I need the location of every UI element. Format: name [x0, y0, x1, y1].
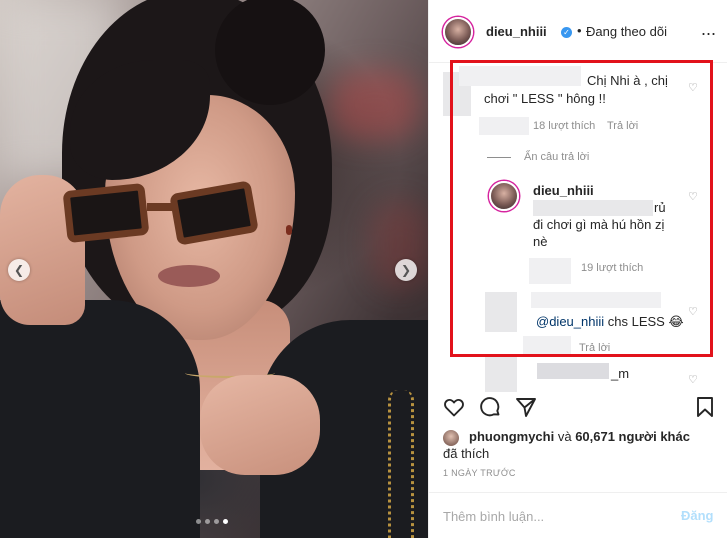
comment-input[interactable] — [443, 507, 663, 525]
post-date[interactable]: 1 NGÀY TRƯỚC — [443, 468, 516, 478]
post-action-bar — [429, 395, 727, 425]
likes-suffix: đã thích — [443, 446, 490, 461]
carousel-dots — [196, 519, 228, 524]
carousel-prev-button[interactable]: ❮ — [8, 259, 30, 281]
photo-background-bokeh — [330, 70, 420, 140]
likes-summary: phuongmychi và 60,671 người khác — [469, 428, 690, 445]
share-icon[interactable] — [514, 395, 538, 419]
chevron-right-icon: ❯ — [400, 263, 412, 277]
reply-like-icon[interactable]: ♡ — [688, 373, 698, 386]
carousel-dot[interactable] — [196, 519, 201, 524]
comment-composer: Đăng — [429, 492, 727, 538]
more-options-icon[interactable]: ... — [701, 19, 716, 40]
liker-username[interactable]: phuongmychi — [469, 429, 554, 444]
carousel-dot-active[interactable] — [223, 519, 228, 524]
photo-hand — [200, 375, 320, 475]
carousel-dot[interactable] — [205, 519, 210, 524]
carousel-dot[interactable] — [214, 519, 219, 524]
carousel-next-button[interactable]: ❯ — [395, 259, 417, 281]
liker-avatar[interactable] — [443, 430, 459, 446]
photo-lens — [62, 182, 150, 244]
chevron-left-icon: ❮ — [13, 263, 25, 277]
commenter-username-blurred[interactable] — [537, 363, 609, 379]
photo-earring — [286, 225, 292, 235]
header-separator: • — [577, 23, 582, 38]
heart-icon[interactable] — [442, 395, 466, 419]
post-comment-button[interactable]: Đăng — [681, 508, 714, 523]
photo-bag-chain — [388, 390, 414, 538]
comment-icon[interactable] — [478, 395, 502, 419]
photo-sunglasses — [55, 175, 270, 246]
photo-jacket — [0, 300, 200, 538]
follow-status-button[interactable]: Đang theo dõi — [586, 24, 667, 39]
bookmark-icon[interactable] — [693, 395, 717, 419]
post-photo[interactable]: ❮ ❯ — [0, 0, 428, 538]
likes-connector: và — [554, 429, 576, 444]
commenter-avatar-blurred[interactable] — [485, 356, 517, 392]
author-avatar[interactable] — [443, 17, 473, 47]
photo-hair-bun — [215, 0, 325, 105]
photo-lens — [169, 180, 259, 246]
verified-icon: ✓ — [561, 27, 572, 38]
post-header: dieu_nhiii ✓ • Đang theo dõi ... — [429, 0, 727, 63]
highlight-box — [450, 60, 713, 357]
reply-author-username[interactable]: _m — [611, 366, 629, 381]
photo-lips — [158, 265, 220, 287]
author-username[interactable]: dieu_nhiii — [486, 24, 547, 39]
likes-count[interactable]: 60,671 người khác — [575, 429, 690, 444]
